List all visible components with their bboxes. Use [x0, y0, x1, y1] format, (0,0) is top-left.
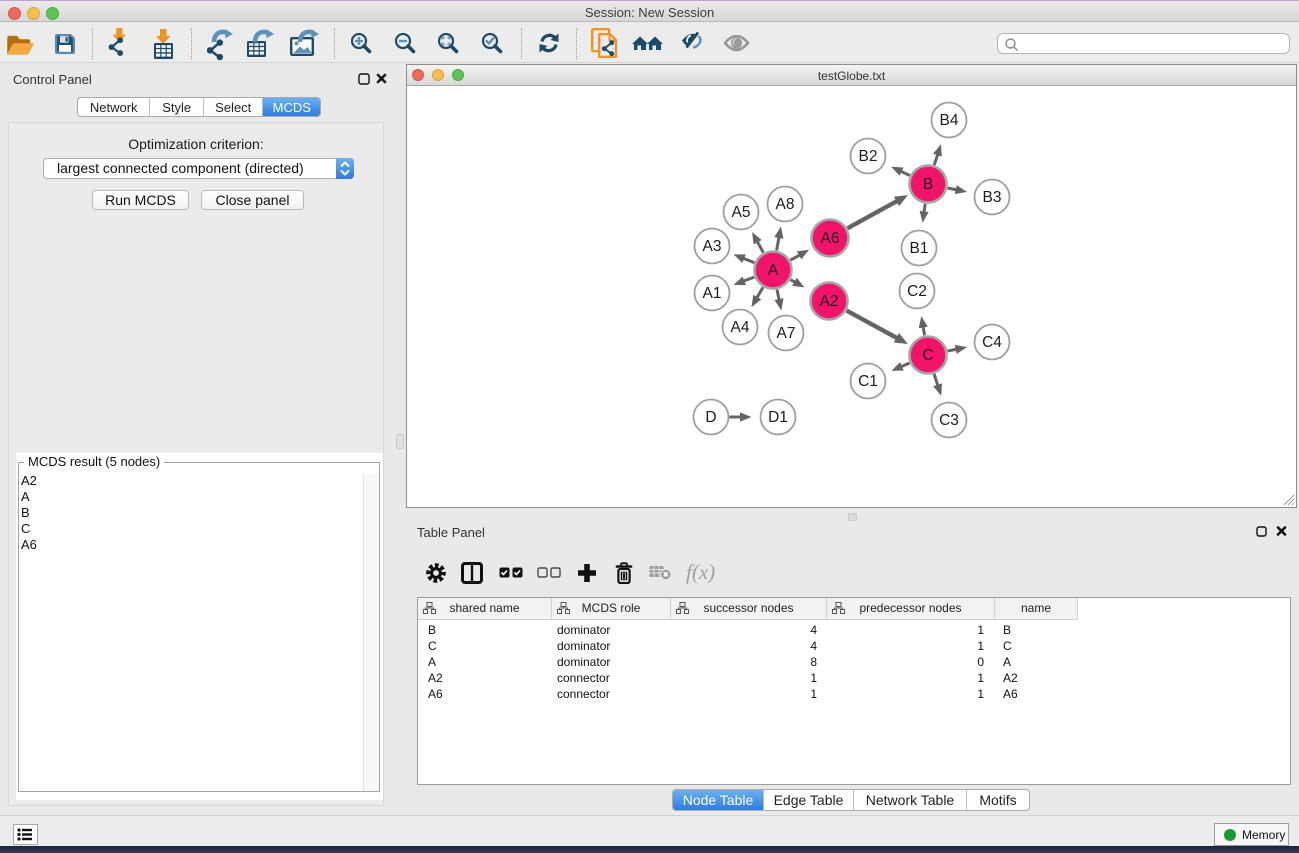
- svg-text:C: C: [922, 347, 933, 364]
- svg-text:A: A: [768, 262, 779, 279]
- svg-text:A1: A1: [703, 285, 722, 302]
- svg-text:C2: C2: [907, 283, 927, 300]
- svg-text:B4: B4: [940, 112, 959, 129]
- svg-text:A5: A5: [732, 204, 751, 221]
- svg-text:C4: C4: [982, 334, 1002, 351]
- svg-text:A2: A2: [820, 293, 839, 310]
- svg-text:D: D: [705, 409, 716, 426]
- svg-text:A3: A3: [703, 238, 722, 255]
- svg-text:D1: D1: [768, 409, 788, 426]
- svg-text:A4: A4: [731, 319, 750, 336]
- svg-text:C3: C3: [939, 412, 959, 429]
- svg-text:A6: A6: [821, 230, 840, 247]
- svg-text:A8: A8: [776, 196, 795, 213]
- svg-text:B2: B2: [859, 148, 878, 165]
- svg-text:C1: C1: [858, 373, 878, 390]
- svg-text:B1: B1: [910, 240, 929, 257]
- svg-text:B3: B3: [983, 189, 1002, 206]
- svg-text:A7: A7: [777, 325, 796, 342]
- svg-text:B: B: [923, 176, 933, 193]
